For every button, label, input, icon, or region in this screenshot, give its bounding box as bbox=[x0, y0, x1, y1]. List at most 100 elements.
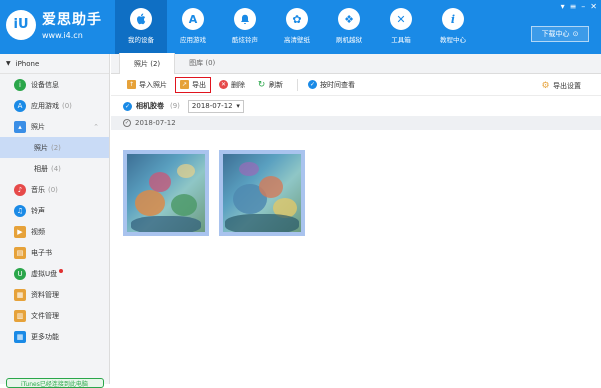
date-filter-value: 2018-07-12 bbox=[191, 102, 233, 110]
menu-icon[interactable]: ≡ bbox=[570, 2, 577, 11]
dropbox-icon: ❖ bbox=[338, 8, 360, 30]
check-circle-icon: ✓ bbox=[308, 80, 317, 89]
flower-icon: ✿ bbox=[286, 8, 308, 30]
wifi-icon[interactable]: ▾ bbox=[561, 2, 565, 11]
nav-my-device[interactable]: 我的设备 bbox=[115, 0, 167, 54]
nav-flash-jailbreak[interactable]: ❖ 刷机越狱 bbox=[323, 0, 375, 54]
filter-bar: ✓ 相机胶卷 (9) 2018-07-12 ▾ bbox=[111, 96, 601, 116]
app-name: 爱思助手 bbox=[42, 12, 102, 28]
usb-icon: U bbox=[14, 267, 26, 280]
date-filter-select[interactable]: 2018-07-12 ▾ bbox=[187, 99, 244, 113]
sidebar-item-label: 音乐 bbox=[31, 185, 45, 194]
info-icon: i bbox=[442, 8, 464, 30]
export-settings-button[interactable]: ⚙ 导出设置 bbox=[537, 78, 585, 94]
photo-grid bbox=[123, 150, 305, 236]
nav-tutorials[interactable]: i 教程中心 bbox=[427, 0, 479, 54]
device-selector[interactable]: ▼ iPhone bbox=[0, 54, 109, 74]
sidebar-item-label: 虚拟U盘 bbox=[31, 269, 58, 278]
sidebar-item-label: 视频 bbox=[31, 227, 45, 236]
view-by-time-label: 按时间查看 bbox=[320, 80, 355, 89]
bell-icon bbox=[234, 8, 256, 30]
sidebar-item-photos[interactable]: ▴ 照片 ⌃ bbox=[0, 116, 109, 137]
sidebar-subitem-label: 照片 bbox=[34, 143, 48, 152]
sidebar-subitem-count: (4) bbox=[51, 164, 61, 173]
nav-label: 酷炫铃声 bbox=[232, 36, 258, 44]
chevron-up-icon: ⌃ bbox=[93, 122, 99, 131]
tab-gallery[interactable]: 图库 (0) bbox=[175, 53, 229, 73]
sidebar-item-label: 更多功能 bbox=[31, 332, 59, 341]
sidebar-item-label: 铃声 bbox=[31, 206, 45, 215]
nav-label: 应用游戏 bbox=[180, 36, 206, 44]
sidebar-item-label: 照片 bbox=[31, 122, 45, 131]
export-icon: ↗ bbox=[180, 80, 189, 89]
sidebar-item-file-management[interactable]: ▥ 文件管理 bbox=[0, 305, 109, 326]
nav-ringtones[interactable]: 酷炫铃声 bbox=[219, 0, 271, 54]
file-icon: ▥ bbox=[14, 309, 26, 322]
nav-label: 我的设备 bbox=[128, 36, 154, 44]
top-bar: iU 爱思助手 www.i4.cn 我的设备 A 应用游戏 酷炫铃声 ✿ 高清壁… bbox=[0, 0, 601, 54]
sidebar-item-data-management[interactable]: ▦ 资料管理 bbox=[0, 284, 109, 305]
delete-button[interactable]: ✕ 删除 bbox=[215, 77, 249, 93]
nav-label: 工具箱 bbox=[391, 36, 411, 44]
import-label: 导入照片 bbox=[139, 80, 167, 89]
nav-apps[interactable]: A 应用游戏 bbox=[167, 0, 219, 54]
view-by-time-button[interactable]: ✓ 按时间查看 bbox=[304, 77, 359, 93]
refresh-button[interactable]: ↻ 刷新 bbox=[253, 77, 287, 93]
music-icon: ♪ bbox=[14, 183, 26, 196]
nav-toolbox[interactable]: ✕ 工具箱 bbox=[375, 0, 427, 54]
itunes-status-banner: iTunes已经连接到此电脑 bbox=[6, 378, 104, 388]
sidebar-item-apps[interactable]: A 应用游戏 (0) bbox=[0, 95, 109, 116]
download-icon: ⊙ bbox=[572, 30, 579, 38]
sidebar-subitem-albums[interactable]: 相册 (4) bbox=[0, 158, 109, 179]
sidebar-item-label: 资料管理 bbox=[31, 290, 59, 299]
window-controls: ▾ ≡ – ✕ bbox=[561, 2, 597, 11]
main-panel: 照片 (2) 图库 (0) ↑ 导入照片 ↗ 导出 ✕ 删除 ↻ 刷新 ✓ 按时… bbox=[111, 53, 601, 384]
photo-thumbnail[interactable] bbox=[219, 150, 305, 236]
notification-dot bbox=[59, 269, 64, 273]
info-icon: i bbox=[14, 78, 26, 91]
device-name: iPhone bbox=[15, 59, 40, 68]
document-icon: ▦ bbox=[14, 288, 26, 301]
nav-wallpapers[interactable]: ✿ 高清壁纸 bbox=[271, 0, 323, 54]
check-circle-icon[interactable]: ✓ bbox=[123, 119, 131, 127]
select-all-checkbox[interactable]: ✓ bbox=[123, 101, 132, 111]
photo-image bbox=[127, 154, 205, 232]
nav-label: 高清壁纸 bbox=[284, 36, 310, 44]
video-icon: ▶ bbox=[14, 225, 26, 238]
app-url: www.i4.cn bbox=[42, 31, 83, 40]
sidebar-item-virtual-usb[interactable]: U 虚拟U盘 bbox=[0, 263, 109, 284]
sidebar-item-label: 设备信息 bbox=[31, 80, 59, 89]
delete-icon: ✕ bbox=[219, 80, 228, 89]
import-photos-button[interactable]: ↑ 导入照片 bbox=[123, 77, 171, 93]
photo-thumbnail[interactable] bbox=[123, 150, 209, 236]
chevron-down-icon: ▾ bbox=[236, 102, 240, 110]
download-center-button[interactable]: 下载中心 ⊙ bbox=[531, 26, 589, 42]
photo-icon: ▴ bbox=[14, 120, 26, 133]
sidebar-item-ebooks[interactable]: ▤ 电子书 bbox=[0, 242, 109, 263]
sidebar-item-video[interactable]: ▶ 视频 bbox=[0, 221, 109, 242]
sidebar-subitem-photos[interactable]: 照片 (2) bbox=[0, 137, 109, 158]
book-icon: ▤ bbox=[14, 246, 26, 259]
main-nav: 我的设备 A 应用游戏 酷炫铃声 ✿ 高清壁纸 ❖ 刷机越狱 ✕ 工具箱 i 教… bbox=[115, 0, 479, 54]
sidebar-item-label: 文件管理 bbox=[31, 311, 59, 320]
app-store-icon: A bbox=[14, 99, 26, 112]
group-date: 2018-07-12 bbox=[135, 119, 176, 127]
import-icon: ↑ bbox=[127, 80, 136, 89]
sidebar-item-device-info[interactable]: i 设备信息 bbox=[0, 74, 109, 95]
sidebar-item-music[interactable]: ♪ 音乐 (0) bbox=[0, 179, 109, 200]
tab-photos[interactable]: 照片 (2) bbox=[119, 53, 176, 74]
close-icon[interactable]: ✕ bbox=[590, 2, 597, 11]
album-count: (9) bbox=[170, 102, 180, 110]
sidebar-item-label: 电子书 bbox=[31, 248, 52, 257]
gear-icon: ⚙ bbox=[541, 81, 550, 91]
export-button[interactable]: ↗ 导出 bbox=[175, 76, 211, 93]
sidebar-item-label: 应用游戏 bbox=[31, 101, 59, 110]
sidebar: ▼ iPhone i 设备信息 A 应用游戏 (0) ▴ 照片 ⌃ 照片 (2)… bbox=[0, 54, 110, 388]
toolbar-divider bbox=[297, 78, 298, 91]
sidebar-item-more[interactable]: ▦ 更多功能 bbox=[0, 326, 109, 347]
tools-icon: ✕ bbox=[390, 8, 412, 30]
delete-label: 删除 bbox=[231, 80, 245, 89]
minimize-icon[interactable]: – bbox=[581, 2, 585, 11]
sidebar-item-ringtones[interactable]: ♫ 铃声 bbox=[0, 200, 109, 221]
toolbar: ↑ 导入照片 ↗ 导出 ✕ 删除 ↻ 刷新 ✓ 按时间查看 ⚙ 导出设置 bbox=[111, 74, 601, 96]
